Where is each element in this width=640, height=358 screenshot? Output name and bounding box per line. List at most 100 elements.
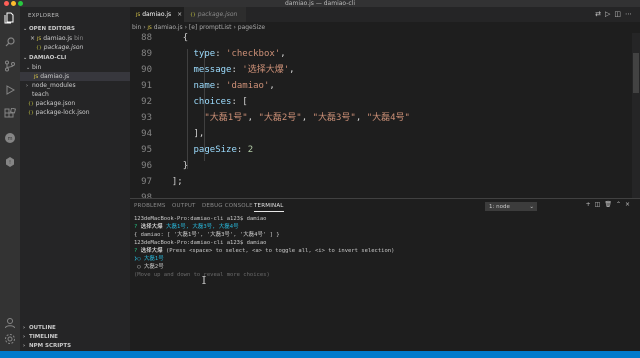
- trash-icon[interactable]: 🗑: [604, 201, 616, 208]
- code-text: }: [182, 161, 189, 171]
- code-line[interactable]: 98: [130, 190, 630, 198]
- line-number: 95: [141, 145, 152, 155]
- code-line[interactable]: 89 type: 'checkbox',: [130, 46, 630, 62]
- npm-icon[interactable]: !: [4, 156, 16, 168]
- tab-problems[interactable]: PROBLEMS: [134, 201, 166, 212]
- code-text: type: 'checkbox',: [193, 49, 286, 59]
- split-terminal-icon[interactable]: ◫: [595, 201, 605, 208]
- close-icon[interactable]: ×: [177, 11, 182, 18]
- tree-folder-bin[interactable]: ⌄ bin: [20, 63, 130, 72]
- code-line[interactable]: 95 pageSize: 2: [130, 142, 630, 158]
- svg-text:!: !: [9, 160, 11, 166]
- tree-file-package-lock-json[interactable]: {} package-lock.json: [20, 108, 130, 117]
- project-label: DAMIAO-CLI: [29, 55, 67, 61]
- run-debug-icon[interactable]: [4, 84, 16, 96]
- open-editor-item[interactable]: {} package.json: [20, 43, 130, 52]
- tree-file-damiao-js[interactable]: JS damiao.js: [20, 72, 130, 81]
- chevron-down-icon: ⌄: [529, 204, 534, 210]
- tab-damiao-js[interactable]: JS damiao.js ×: [130, 7, 184, 22]
- code-text: ],: [193, 129, 205, 139]
- maximize-panel-icon[interactable]: ⌃: [616, 201, 625, 208]
- json-file-icon: {}: [36, 46, 42, 51]
- terminal-line: { damiao: [ '大磊1号', '大磊3号', '大磊4号' ] }: [134, 232, 280, 238]
- tab-label: damiao.js: [142, 11, 172, 18]
- tab-debug-console[interactable]: DEBUG CONSOLE: [202, 201, 253, 212]
- code-line[interactable]: 90 message: '选择大爆',: [130, 62, 630, 78]
- tree-folder-node-modules[interactable]: › node_modules: [20, 81, 130, 90]
- npm-scripts-label: NPM SCRIPTS: [29, 343, 72, 349]
- breadcrumb: bin › JS damiao.js › [e] promptList › pag…: [130, 22, 640, 33]
- open-editors-section[interactable]: ⌄ OPEN EDITORS: [20, 25, 130, 33]
- terminal-line: 123deMacBook-Pro:damiao-cli a123$ damiao: [134, 216, 267, 222]
- breadcrumb-item[interactable]: pageSize: [238, 24, 265, 31]
- code-text: name: 'damiao',: [193, 81, 275, 91]
- code-text: choices: [: [193, 97, 248, 107]
- terminal-line: (Move up and down to reveal more choices…: [134, 272, 270, 278]
- terminal-select[interactable]: 1: node ⌄: [485, 202, 537, 211]
- timeline-section[interactable]: › TIMELINE: [20, 333, 130, 341]
- account-icon[interactable]: [4, 317, 16, 329]
- line-number: 88: [141, 33, 152, 43]
- tab-label: package.json: [197, 11, 238, 18]
- code-line[interactable]: 96 }: [130, 158, 630, 174]
- tab-package-json[interactable]: {} package.json: [184, 7, 246, 22]
- breadcrumb-item[interactable]: damiao.js: [154, 24, 183, 31]
- line-number: 96: [141, 161, 152, 171]
- search-icon[interactable]: [4, 36, 16, 48]
- source-control-icon[interactable]: [4, 60, 16, 72]
- extensions-icon[interactable]: [4, 108, 16, 120]
- terminal-line: ? 选择大爆 大磊1号, 大磊3号, 大磊4号: [134, 224, 239, 230]
- outline-section[interactable]: › OUTLINE: [20, 324, 130, 332]
- terminal-line: 123deMacBook-Pro:damiao-cli a123$ damiao: [134, 240, 267, 246]
- scrollbar-thumb[interactable]: [633, 53, 639, 93]
- json-file-icon: {}: [28, 111, 34, 116]
- code-line[interactable]: 91 name: 'damiao',: [130, 78, 630, 94]
- tab-terminal[interactable]: TERMINAL: [254, 201, 284, 212]
- close-icon[interactable]: ×: [30, 35, 35, 42]
- line-number: 90: [141, 65, 152, 75]
- open-editor-name: package.json: [43, 44, 84, 51]
- add-terminal-icon[interactable]: +: [586, 201, 595, 208]
- line-number: 93: [141, 113, 152, 123]
- code-text: message: '选择大爆',: [193, 65, 295, 75]
- code-line[interactable]: 93 "大磊1号", "大磊2号", "大磊3号", "大磊4号": [130, 110, 630, 126]
- outline-label: OUTLINE: [29, 325, 56, 331]
- open-editor-item[interactable]: × JS damiao.js bin: [20, 34, 130, 43]
- breadcrumb-item[interactable]: bin: [132, 24, 141, 31]
- more-actions-icon[interactable]: ⋯: [625, 10, 636, 18]
- activity-bar: m !: [0, 7, 20, 351]
- line-number: 98: [141, 193, 152, 198]
- open-editor-path: bin: [74, 35, 84, 42]
- tree-item-label: package-lock.json: [35, 109, 90, 116]
- settings-gear-icon[interactable]: [4, 333, 16, 345]
- tree-file-package-json[interactable]: {} package.json: [20, 99, 130, 108]
- code-text: pageSize: 2: [193, 145, 254, 155]
- run-icon[interactable]: ▷: [605, 10, 614, 18]
- terminal-select-value: 1: node: [489, 204, 510, 210]
- remote-explorer-icon[interactable]: m: [4, 132, 16, 144]
- open-editor-name: damiao.js: [43, 35, 73, 42]
- project-section[interactable]: ⌄ DAMIAO-CLI: [20, 54, 130, 62]
- panel-actions: +◫🗑⌃×: [586, 201, 634, 208]
- window-title: damiao.js — damiao-cli: [284, 0, 355, 7]
- tree-item-label: teach: [32, 91, 49, 98]
- code-line[interactable]: 88 {: [130, 33, 630, 46]
- code-line[interactable]: 94 ],: [130, 126, 630, 142]
- line-number: 89: [141, 49, 152, 59]
- editor-actions: ⇄▷◫⋯: [595, 10, 636, 18]
- status-bar: [0, 351, 640, 358]
- npm-scripts-section[interactable]: › NPM SCRIPTS: [20, 342, 130, 350]
- split-editor-icon[interactable]: ◫: [614, 10, 625, 18]
- code-line[interactable]: 92 choices: [: [130, 94, 630, 110]
- code-line[interactable]: 97 ];: [130, 174, 630, 190]
- tree-item-label: bin: [32, 64, 42, 71]
- compare-icon[interactable]: ⇄: [595, 10, 605, 18]
- tab-output[interactable]: OUTPUT: [172, 201, 196, 212]
- close-icon[interactable]: ×: [625, 201, 634, 208]
- files-icon[interactable]: [4, 12, 16, 24]
- tree-file-teach[interactable]: teach: [20, 90, 130, 99]
- json-file-icon: {}: [190, 13, 196, 18]
- editor-scrollbar[interactable]: [632, 33, 640, 198]
- code-editor[interactable]: 88 {89 type: 'checkbox', 90 message: '选择大…: [130, 33, 640, 198]
- breadcrumb-item[interactable]: [e] promptList: [189, 24, 232, 31]
